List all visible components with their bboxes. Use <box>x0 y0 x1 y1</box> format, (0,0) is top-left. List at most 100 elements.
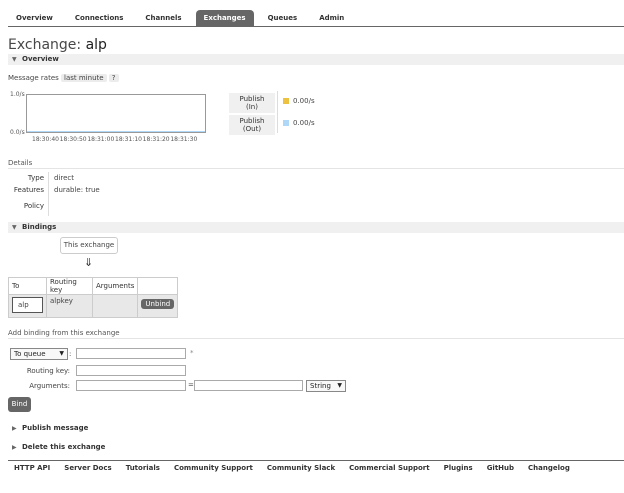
binding-destination-link[interactable]: alp <box>12 297 43 313</box>
col-routing-key: Routing key <box>46 277 93 295</box>
page-title: Exchange: alp <box>8 37 107 53</box>
legend-publish-out-line2: (Out) <box>242 125 262 133</box>
bindings-section-title: Bindings <box>22 223 57 231</box>
arguments-label: Arguments: <box>29 382 70 390</box>
nav-divider <box>8 26 624 27</box>
legend-publish-out-value: 0.00/s <box>283 119 315 127</box>
col-to: To <box>8 277 47 295</box>
tab-exchanges[interactable]: Exchanges <box>195 10 254 27</box>
footer-link-tutorials[interactable]: Tutorials <box>126 464 160 472</box>
legend-publish-in-line1: Publish <box>239 95 265 103</box>
binding-arguments <box>91 294 139 318</box>
publish-message-section-toggle[interactable]: ▶ Publish message <box>8 423 624 434</box>
triangle-down-icon: ▼ <box>12 56 17 63</box>
features-durable-value: true <box>85 186 100 194</box>
page-title-exchange-name: alp <box>85 37 107 53</box>
triangle-right-icon: ▶ <box>12 425 17 432</box>
footer-link-community-slack[interactable]: Community Slack <box>267 464 335 472</box>
bindings-table-header: To Routing key Arguments <box>8 277 179 295</box>
bindings-section-toggle[interactable]: ▼ Bindings <box>8 222 624 233</box>
message-rates-row: Message rates last minute ? <box>8 74 119 82</box>
legend-publish-in-line2: (In) <box>246 103 258 111</box>
tab-connections[interactable]: Connections <box>67 10 132 27</box>
binding-routing-key: alpkey <box>46 294 93 318</box>
col-arguments: Arguments <box>91 277 139 295</box>
this-exchange-node: This exchange <box>60 237 118 254</box>
publish-out-rate: 0.00/s <box>293 119 315 127</box>
arrow-down-icon: ⇓ <box>84 256 94 269</box>
footer-link-server-docs[interactable]: Server Docs <box>64 464 111 472</box>
legend-publish-in: Publish (In) <box>229 93 275 113</box>
footer-link-changelog[interactable]: Changelog <box>528 464 570 472</box>
tab-channels[interactable]: Channels <box>137 10 189 27</box>
x-tick-label: 18:31:30 <box>170 136 198 143</box>
message-rates-chart <box>26 94 206 133</box>
y-axis-top-label: 1.0/s <box>10 91 25 98</box>
features-durable-label: durable: <box>54 186 84 194</box>
triangle-right-icon: ▶ <box>12 444 17 451</box>
unbind-button[interactable]: Unbind <box>141 299 175 309</box>
page-title-prefix: Exchange: <box>8 37 82 53</box>
argument-key-input[interactable] <box>76 380 186 391</box>
x-tick-label: 18:30:40 <box>32 136 59 143</box>
footer-link-github[interactable]: GitHub <box>487 464 514 472</box>
footer-link-http-api[interactable]: HTTP API <box>14 464 50 472</box>
overview-section-toggle[interactable]: ▼ Overview <box>8 54 624 65</box>
details-features-value: durable: true <box>54 186 100 194</box>
argument-value-input[interactable] <box>194 380 303 391</box>
help-button[interactable]: ? <box>108 74 119 82</box>
details-type-value: direct <box>54 174 75 182</box>
destination-type-select[interactable]: To queue ▼ <box>10 348 68 360</box>
routing-key-label: Routing key: <box>26 367 70 375</box>
required-mark: * <box>190 349 194 357</box>
footer-links: HTTP API Server Docs Tutorials Community… <box>14 464 584 472</box>
tab-admin[interactable]: Admin <box>311 10 352 27</box>
delete-exchange-title: Delete this exchange <box>22 443 106 451</box>
x-tick-label: 18:31:00 <box>87 136 115 143</box>
delete-exchange-section-toggle[interactable]: ▶ Delete this exchange <box>8 442 624 453</box>
x-tick-label: 18:31:10 <box>115 136 142 143</box>
tab-overview[interactable]: Overview <box>8 10 61 27</box>
caret-down-icon: ▼ <box>337 382 342 389</box>
binding-action-cell: Unbind <box>137 294 179 318</box>
argument-type-value: String <box>310 382 331 390</box>
destination-type-value: To queue <box>14 350 46 358</box>
details-divider <box>8 168 624 169</box>
bind-button[interactable]: Bind <box>8 397 31 412</box>
publish-in-rate: 0.00/s <box>293 97 315 105</box>
y-axis-bottom-label: 0.0/s <box>10 129 25 136</box>
details-policy-key: Policy <box>23 202 44 210</box>
tab-queues[interactable]: Queues <box>260 10 306 27</box>
range-selector[interactable]: last minute <box>61 74 107 82</box>
details-type-key: Type <box>27 174 44 182</box>
footer-link-plugins[interactable]: Plugins <box>444 464 473 472</box>
destination-colon: : <box>69 350 72 358</box>
message-rates-label: Message rates <box>8 74 59 82</box>
legend-publish-out: Publish (Out) <box>229 115 275 135</box>
details-features-key: Features <box>13 186 44 194</box>
details-heading: Details <box>8 159 33 167</box>
caret-down-icon: ▼ <box>59 350 64 357</box>
overview-section-title: Overview <box>22 55 59 63</box>
argument-equals: = <box>188 381 194 389</box>
col-actions <box>137 277 179 295</box>
routing-key-input[interactable] <box>76 365 186 376</box>
legend-divider <box>277 91 278 133</box>
x-tick-label: 18:30:50 <box>59 136 87 143</box>
main-nav: Overview Connections Channels Exchanges … <box>8 10 358 27</box>
chart-plot-area <box>27 131 205 132</box>
footer-link-commercial-support[interactable]: Commercial Support <box>349 464 430 472</box>
triangle-down-icon: ▼ <box>12 224 17 231</box>
table-row: alp alpkey Unbind <box>8 294 179 318</box>
publish-message-title: Publish message <box>22 424 89 432</box>
publish-out-swatch <box>283 120 289 126</box>
argument-type-select[interactable]: String ▼ <box>306 380 346 392</box>
footer-divider <box>8 460 624 461</box>
x-tick-label: 18:31:20 <box>142 136 170 143</box>
footer-link-community-support[interactable]: Community Support <box>174 464 253 472</box>
legend-publish-out-line1: Publish <box>239 117 265 125</box>
destination-input[interactable] <box>76 348 186 359</box>
bindings-table: To Routing key Arguments alp alpkey Unbi… <box>8 277 179 318</box>
add-binding-heading: Add binding from this exchange <box>8 329 120 337</box>
binding-to-cell: alp <box>8 294 47 318</box>
